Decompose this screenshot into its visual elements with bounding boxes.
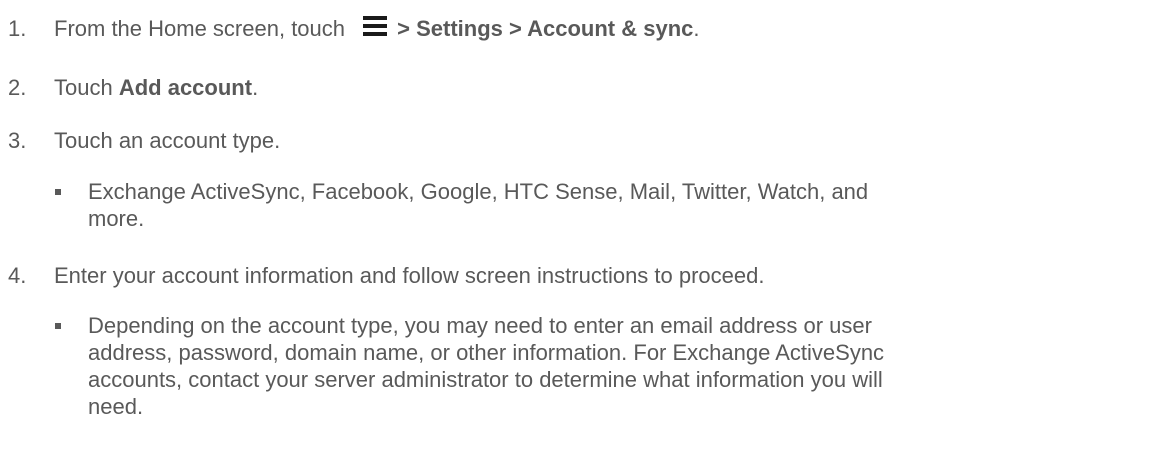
bullet-line: Exchange ActiveSync, Facebook, Google, H… [88, 179, 869, 204]
step-suffix: . [693, 16, 700, 41]
step-text: Enter your account information and follo… [54, 263, 765, 288]
step-4: 4. Enter your account information and fo… [8, 263, 765, 289]
bullet-line: more. [88, 206, 145, 231]
settings-path: > Settings > Account & sync [397, 16, 694, 41]
step-number: 3. [8, 128, 27, 153]
step-3: 3. Touch an account type. [8, 128, 280, 154]
bullet-line: accounts, contact your server administra… [88, 367, 883, 392]
step-suffix: . [252, 75, 259, 100]
step-1: 1. From the Home screen, touch > Setting… [8, 16, 700, 42]
bullet-line: Depending on the account type, you may n… [88, 313, 872, 338]
step-2: 2. Touch Add account . [8, 75, 258, 101]
step-number: 1. [8, 16, 27, 41]
step-text: Touch an account type. [54, 128, 281, 153]
menu-icon [363, 16, 388, 36]
step-number: 2. [8, 75, 27, 100]
step-number: 4. [8, 263, 27, 288]
step-text: From the Home screen, touch [54, 16, 352, 41]
step-text: Touch [54, 75, 119, 100]
bullet-line: address, password, domain name, or other… [88, 340, 885, 365]
step-4-bullet: Depending on the account type, you may n… [55, 312, 1163, 420]
bullet-marker [55, 189, 61, 195]
add-account-label: Add account [118, 75, 253, 100]
step-3-bullet: Exchange ActiveSync, Facebook, Google, H… [55, 178, 1163, 232]
bullet-marker [55, 323, 61, 329]
bullet-line: need. [88, 394, 144, 419]
